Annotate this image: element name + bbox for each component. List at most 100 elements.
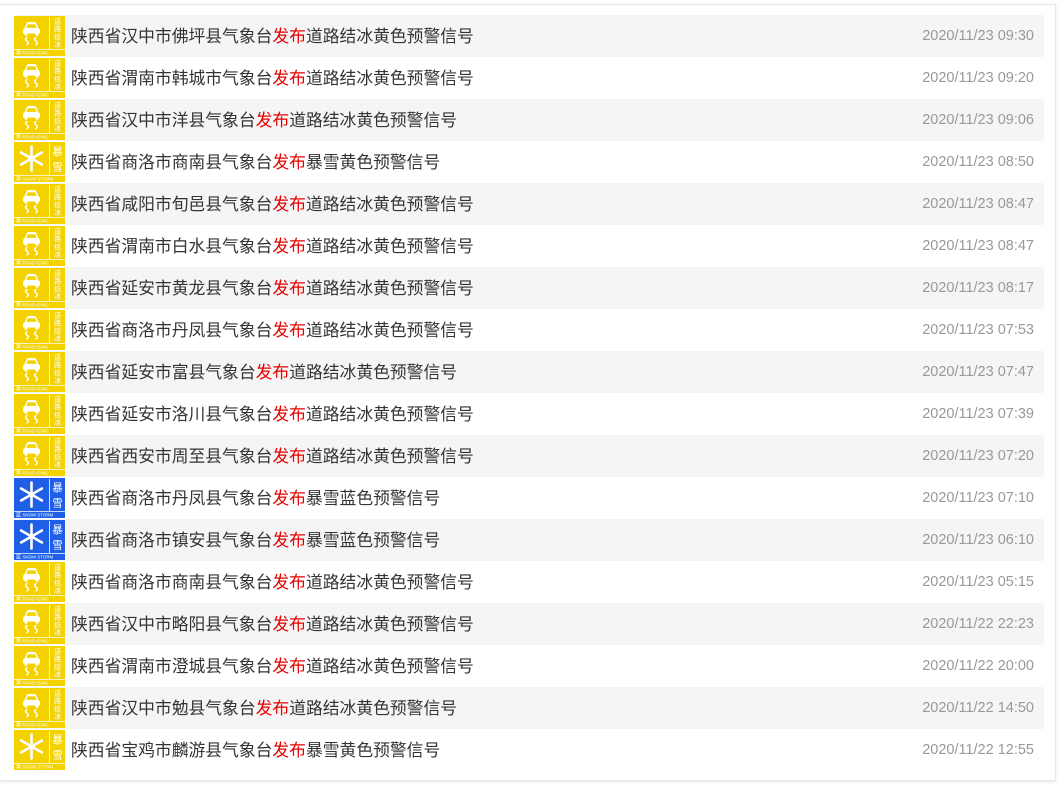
warning-row: 道路结冰黄 ROAD ICING 陕西省汉中市洋县气象台发布道路结冰黄色预警信号 … <box>14 99 1044 141</box>
signal-english-lettering: ROAD ICING <box>23 639 50 644</box>
issue-verb: 发布 <box>255 698 290 718</box>
svg-text:冰: 冰 <box>54 460 61 469</box>
warning-title-link[interactable]: 陕西省汉中市略阳县气象台发布道路结冰黄色预警信号 <box>71 603 474 645</box>
warning-signal-name: 道路结冰黄色预警信号 <box>289 110 458 130</box>
warning-title-link[interactable]: 陕西省渭南市白水县气象台发布道路结冰黄色预警信号 <box>71 225 474 267</box>
issue-verb: 发布 <box>272 656 306 676</box>
signal-english-lettering: ROAD ICING <box>23 387 50 392</box>
signal-english-lettering: SNOW STORM <box>23 555 54 560</box>
issue-verb: 发布 <box>272 26 306 46</box>
warning-time: 2020/11/23 08:47 <box>922 238 1034 254</box>
warning-time: 2020/11/23 07:10 <box>922 490 1034 506</box>
warning-issuer: 陕西省商洛市商南县气象台 <box>71 572 273 592</box>
warning-time: 2020/11/23 07:47 <box>922 364 1034 380</box>
warning-time: 2020/11/23 09:06 <box>922 112 1034 128</box>
warning-title-link[interactable]: 陕西省商洛市丹凤县气象台发布道路结冰黄色预警信号 <box>71 309 474 351</box>
signal-english-lettering: SNOW STORM <box>23 513 54 518</box>
warning-signal-icon: 道路结冰黄 ROAD ICING <box>14 100 65 140</box>
warning-signal-name: 暴雪蓝色预警信号 <box>305 488 441 508</box>
issue-verb: 发布 <box>272 614 306 634</box>
warning-row: 暴雪蓝 SNOW STORM 陕西省商洛市丹凤县气象台发布暴雪蓝色预警信号 202… <box>14 477 1044 519</box>
warning-title-link[interactable]: 陕西省西安市周至县气象台发布道路结冰黄色预警信号 <box>71 435 474 477</box>
warning-row: 道路结冰黄 ROAD ICING 陕西省汉中市略阳县气象台发布道路结冰黄色预警信号… <box>14 603 1044 645</box>
warning-issuer: 陕西省渭南市白水县气象台 <box>71 236 273 256</box>
warning-title-link[interactable]: 陕西省渭南市澄城县气象台发布道路结冰黄色预警信号 <box>71 645 474 687</box>
warning-row: 道路结冰黄 ROAD ICING 陕西省商洛市丹凤县气象台发布道路结冰黄色预警信号… <box>14 309 1044 351</box>
signal-level-lettering: 黄 <box>16 134 21 140</box>
issue-verb: 发布 <box>272 68 306 88</box>
signal-english-lettering: ROAD ICING <box>23 681 50 686</box>
warning-title-link[interactable]: 陕西省延安市富县气象台发布道路结冰黄色预警信号 <box>71 351 457 393</box>
warning-time: 2020/11/23 06:10 <box>922 532 1034 548</box>
warning-title-link[interactable]: 陕西省商洛市商南县气象台发布道路结冰黄色预警信号 <box>71 561 474 603</box>
warning-title-link[interactable]: 陕西省宝鸡市麟游县气象台发布暴雪黄色预警信号 <box>71 729 440 771</box>
warning-title-link[interactable]: 陕西省汉中市勉县气象台发布道路结冰黄色预警信号 <box>71 687 457 729</box>
warning-title-link[interactable]: 陕西省延安市黄龙县气象台发布道路结冰黄色预警信号 <box>71 267 474 309</box>
svg-text:冰: 冰 <box>54 82 61 91</box>
signal-level-lettering: 黄 <box>16 722 21 728</box>
signal-icon-graphic: 道路结冰黄 ROAD ICING <box>14 436 65 476</box>
signal-english-lettering: ROAD ICING <box>23 429 50 434</box>
warning-row: 道路结冰黄 ROAD ICING 陕西省商洛市商南县气象台发布道路结冰黄色预警信号… <box>14 561 1044 603</box>
signal-icon-graphic: 道路结冰黄 ROAD ICING <box>14 58 65 98</box>
signal-icon-graphic: 道路结冰黄 ROAD ICING <box>14 226 65 266</box>
warning-signal-icon: 道路结冰黄 ROAD ICING <box>14 16 65 56</box>
warning-signal-name: 道路结冰黄色预警信号 <box>305 320 474 340</box>
warning-row: 道路结冰黄 ROAD ICING 陕西省汉中市佛坪县气象台发布道路结冰黄色预警信号… <box>14 15 1044 57</box>
signal-level-lettering: 黄 <box>16 428 21 434</box>
signal-english-lettering: ROAD ICING <box>23 597 50 602</box>
issue-verb: 发布 <box>255 110 290 130</box>
warning-row: 道路结冰黄 ROAD ICING 陕西省渭南市韩城市气象台发布道路结冰黄色预警信号… <box>14 57 1044 99</box>
issue-verb: 发布 <box>272 320 306 340</box>
warning-title-link[interactable]: 陕西省汉中市佛坪县气象台发布道路结冰黄色预警信号 <box>71 15 474 57</box>
warning-title-link[interactable]: 陕西省商洛市商南县气象台发布暴雪黄色预警信号 <box>71 141 440 183</box>
signal-english-lettering: ROAD ICING <box>23 723 50 728</box>
signal-name-lettering: 道路结冰 <box>54 311 61 343</box>
svg-text:冰: 冰 <box>54 250 61 259</box>
signal-english-lettering: ROAD ICING <box>23 219 50 224</box>
svg-text:暴: 暴 <box>52 482 63 494</box>
warning-time: 2020/11/23 08:47 <box>922 196 1034 212</box>
warning-signal-icon: 道路结冰黄 ROAD ICING <box>14 436 65 476</box>
signal-level-lettering: 黄 <box>16 386 21 392</box>
warning-row: 道路结冰黄 ROAD ICING 陕西省渭南市白水县气象台发布道路结冰黄色预警信号… <box>14 225 1044 267</box>
warning-issuer: 陕西省商洛市丹凤县气象台 <box>71 488 273 508</box>
warning-row: 道路结冰黄 ROAD ICING 陕西省咸阳市旬邑县气象台发布道路结冰黄色预警信号… <box>14 183 1044 225</box>
signal-icon-graphic: 暴雪黄 SNOW STORM <box>14 730 65 770</box>
warning-title-link[interactable]: 陕西省商洛市丹凤县气象台发布暴雪蓝色预警信号 <box>71 477 440 519</box>
warning-title-link[interactable]: 陕西省延安市洛川县气象台发布道路结冰黄色预警信号 <box>71 393 474 435</box>
warning-issuer: 陕西省商洛市商南县气象台 <box>71 152 273 172</box>
signal-level-lettering: 黄 <box>16 218 21 224</box>
warning-signal-name: 道路结冰黄色预警信号 <box>305 68 474 88</box>
signal-icon-graphic: 暴雪黄 SNOW STORM <box>14 142 65 182</box>
svg-text:雪: 雪 <box>52 498 63 510</box>
warning-issuer: 陕西省汉中市洋县气象台 <box>71 110 256 130</box>
svg-text:雪: 雪 <box>52 540 63 552</box>
signal-name-lettering: 道路结冰 <box>54 101 61 133</box>
warning-signal-icon: 道路结冰黄 ROAD ICING <box>14 184 65 224</box>
signal-name-lettering: 道路结冰 <box>54 605 61 637</box>
warning-signal-icon: 暴雪黄 SNOW STORM <box>14 730 65 770</box>
issue-verb: 发布 <box>272 152 306 172</box>
warning-title-link[interactable]: 陕西省汉中市洋县气象台发布道路结冰黄色预警信号 <box>71 99 457 141</box>
warning-time: 2020/11/23 09:30 <box>922 28 1034 44</box>
warning-row: 道路结冰黄 ROAD ICING 陕西省延安市富县气象台发布道路结冰黄色预警信号 … <box>14 351 1044 393</box>
warning-row: 道路结冰黄 ROAD ICING 陕西省延安市黄龙县气象台发布道路结冰黄色预警信号… <box>14 267 1044 309</box>
warning-issuer: 陕西省汉中市佛坪县气象台 <box>71 26 273 46</box>
svg-text:冰: 冰 <box>54 712 61 721</box>
signal-name-lettering: 道路结冰 <box>54 353 61 385</box>
issue-verb: 发布 <box>272 404 306 424</box>
warning-issuer: 陕西省西安市周至县气象台 <box>71 446 273 466</box>
warning-signal-name: 道路结冰黄色预警信号 <box>305 236 474 256</box>
signal-name-lettering: 道路结冰 <box>54 689 61 721</box>
signal-icon-graphic: 道路结冰黄 ROAD ICING <box>14 688 65 728</box>
warning-title-link[interactable]: 陕西省渭南市韩城市气象台发布道路结冰黄色预警信号 <box>71 57 474 99</box>
warning-signal-icon: 道路结冰黄 ROAD ICING <box>14 226 65 266</box>
warning-signal-icon: 道路结冰黄 ROAD ICING <box>14 310 65 350</box>
warning-title-link[interactable]: 陕西省商洛市镇安县气象台发布暴雪蓝色预警信号 <box>71 519 440 561</box>
signal-name-lettering: 道路结冰 <box>54 563 61 595</box>
svg-text:暴: 暴 <box>52 146 63 158</box>
warning-title-link[interactable]: 陕西省咸阳市旬邑县气象台发布道路结冰黄色预警信号 <box>71 183 474 225</box>
warning-time: 2020/11/22 14:50 <box>922 700 1034 716</box>
svg-text:雪: 雪 <box>52 162 63 174</box>
